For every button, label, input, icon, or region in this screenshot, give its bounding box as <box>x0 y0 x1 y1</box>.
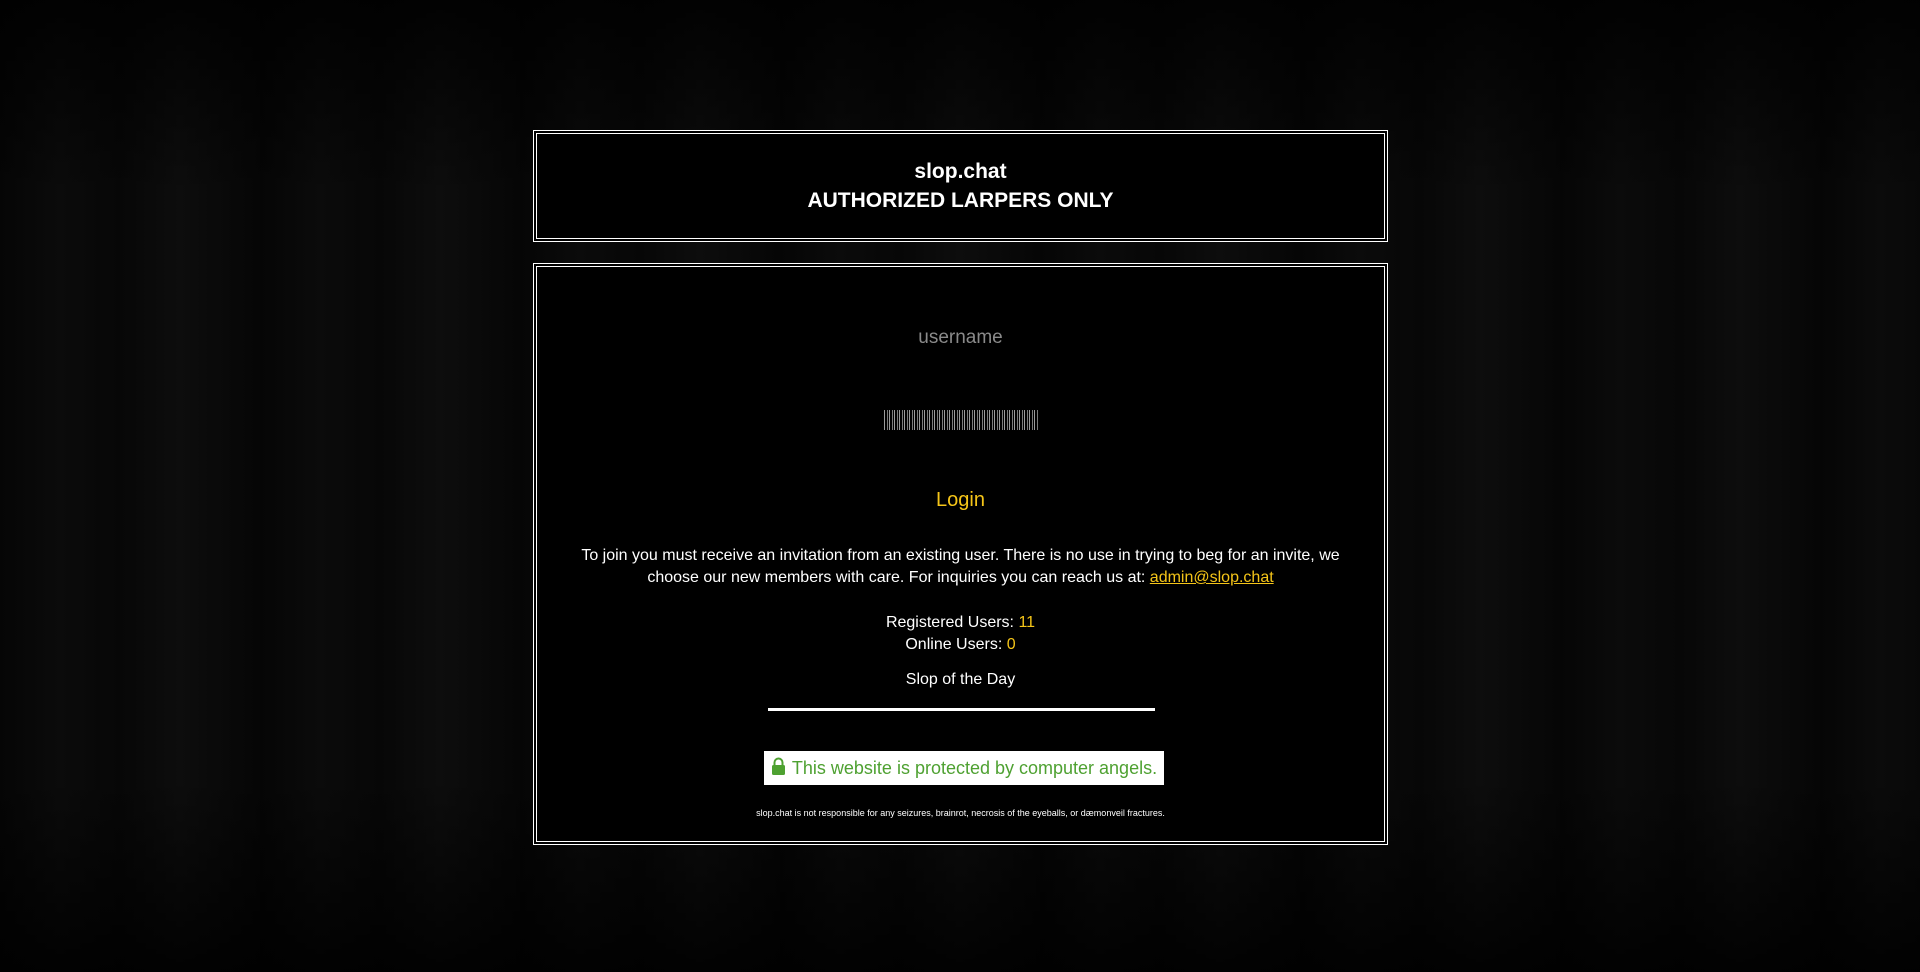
registered-users-label: Registered Users: <box>885 614 1014 631</box>
admin-email-link[interactable]: admin@slop.chat <box>1150 569 1274 586</box>
password-field[interactable] <box>883 410 1038 430</box>
login-panel: Login To join you must receive an invita… <box>533 263 1388 845</box>
online-users-count: 0 <box>1006 636 1016 653</box>
lock-icon <box>771 757 786 780</box>
online-users-row: Online Users: 0 <box>577 634 1344 656</box>
login-button[interactable]: Login <box>926 485 995 516</box>
protection-text: This website is protected by computer an… <box>791 757 1158 778</box>
slop-of-the-day-divider <box>768 708 1155 711</box>
site-subtitle: AUTHORIZED LARPERS ONLY <box>807 189 1114 212</box>
online-users-label: Online Users: <box>905 636 1003 653</box>
protection-badge: This website is protected by computer an… <box>764 751 1164 785</box>
user-stats: Registered Users: 11 Online Users: 0 <box>577 612 1344 656</box>
registered-users-count: 11 <box>1018 614 1036 631</box>
site-title: slop.chat <box>914 160 1007 183</box>
registered-users-row: Registered Users: 11 <box>577 612 1344 634</box>
invite-info: To join you must receive an invitation f… <box>577 545 1344 589</box>
slop-of-the-day-title: Slop of the Day <box>905 671 1016 688</box>
header-panel: slop.chat AUTHORIZED LARPERS ONLY <box>533 130 1388 242</box>
username-input[interactable] <box>798 322 1123 354</box>
disclaimer-text: slop.chat is not responsible for any sei… <box>756 808 1165 818</box>
